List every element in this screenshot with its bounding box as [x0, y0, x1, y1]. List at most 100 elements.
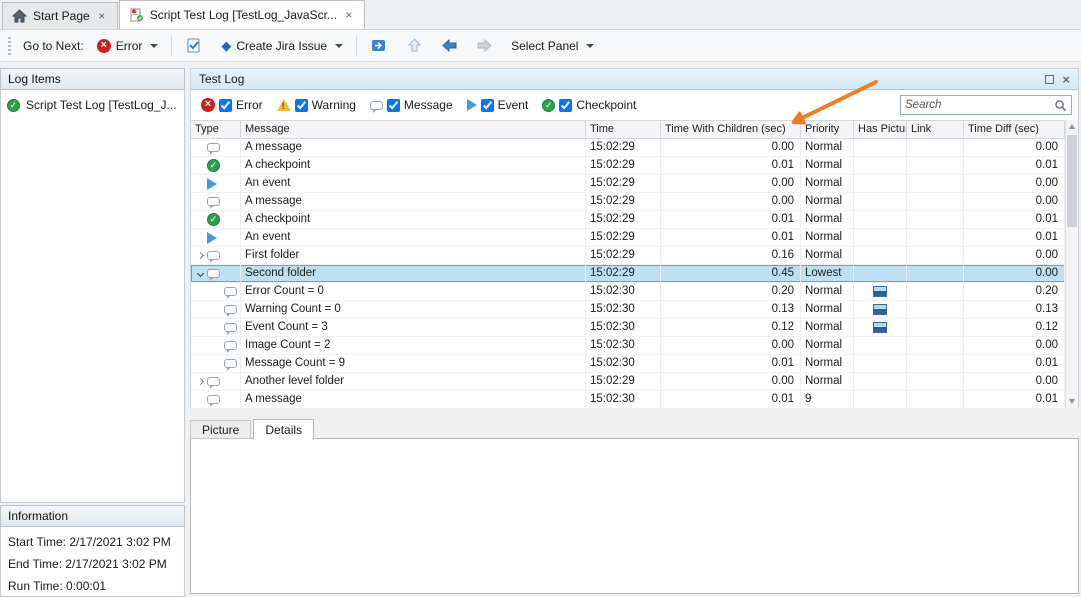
expand-toggle-icon[interactable] [193, 375, 207, 389]
log-row[interactable]: Image Count = 215:02:300.00Normal0.00 [191, 337, 1065, 355]
jira-action-icon [370, 37, 388, 54]
filter-checkbox-error[interactable] [219, 99, 232, 112]
link-cell [907, 283, 964, 300]
log-row[interactable]: A checkpoint15:02:290.01Normal0.01 [191, 157, 1065, 175]
has-picture-cell [854, 391, 907, 408]
scroll-up-button[interactable] [1066, 120, 1078, 133]
filter-checkpoint[interactable]: Checkpoint [542, 98, 636, 112]
post-report-button[interactable] [180, 34, 208, 58]
message-cell: A checkpoint [241, 157, 586, 174]
message-cell: Warning Count = 0 [241, 301, 586, 318]
picture-icon[interactable] [873, 322, 887, 333]
go-to-next-error-dropdown[interactable]: Error [92, 36, 164, 56]
go-to-parent-button[interactable] [401, 34, 428, 57]
column-header[interactable]: Has Picture [854, 121, 907, 138]
priority-cell: Normal [801, 247, 854, 264]
log-row[interactable]: A message15:02:300.0190.01 [191, 391, 1065, 409]
filter-event[interactable]: Event [467, 98, 529, 112]
filter-checkbox-event[interactable] [481, 99, 494, 112]
log-row[interactable]: Error Count = 015:02:300.20Normal0.20 [191, 283, 1065, 301]
test-log-title: Test Log [199, 72, 244, 86]
create-jira-issue-dropdown[interactable]: ◆ Create Jira Issue [216, 36, 348, 56]
filter-checkbox-message[interactable] [387, 99, 400, 112]
type-cell [191, 301, 241, 318]
scrollbar-thumb[interactable] [1067, 135, 1077, 227]
message-cell: A message [241, 193, 586, 210]
message-cell: Image Count = 2 [241, 337, 586, 354]
log-row[interactable]: An event15:02:290.01Normal0.01 [191, 229, 1065, 247]
log-row[interactable]: An event15:02:290.00Normal0.00 [191, 175, 1065, 193]
filter-checkbox-warning[interactable] [295, 99, 308, 112]
checkpoint-icon [207, 159, 220, 172]
column-header[interactable]: Type [191, 121, 241, 138]
filter-checkbox-checkpoint[interactable] [559, 99, 572, 112]
time-with-children-cell: 0.00 [661, 373, 801, 390]
tab-picture[interactable]: Picture [190, 420, 251, 439]
link-cell [907, 139, 964, 156]
scroll-down-button[interactable] [1066, 395, 1078, 408]
indent-spacer [210, 357, 224, 371]
priority-cell: Normal [801, 301, 854, 318]
type-cell [191, 265, 241, 282]
time-diff-cell: 0.01 [964, 229, 1065, 246]
picture-icon[interactable] [873, 304, 887, 315]
close-tab-icon[interactable]: × [96, 10, 108, 22]
filter-warning[interactable]: Warning [277, 98, 356, 112]
close-tab-icon[interactable]: × [343, 9, 355, 21]
type-cell [191, 247, 241, 264]
column-header[interactable]: Time Diff (sec) [964, 121, 1065, 138]
time-cell: 15:02:29 [586, 373, 661, 390]
checkpoint-icon [7, 99, 20, 112]
collapse-toggle-icon[interactable] [193, 267, 207, 281]
jira-action-button[interactable] [365, 34, 393, 57]
picture-icon[interactable] [873, 286, 887, 297]
log-row[interactable]: A message15:02:290.00Normal0.00 [191, 139, 1065, 157]
link-cell [907, 229, 964, 246]
filter-label: Event [498, 98, 529, 112]
filter-error[interactable]: Error [201, 98, 263, 112]
search-input[interactable] [905, 99, 1054, 111]
select-panel-dropdown[interactable]: Select Panel [506, 36, 599, 56]
log-row[interactable]: Message Count = 915:02:300.01Normal0.01 [191, 355, 1065, 373]
column-header[interactable]: Message [241, 121, 586, 138]
log-row[interactable]: Warning Count = 015:02:300.13Normal0.13 [191, 301, 1065, 319]
indent-spacer [193, 213, 207, 227]
time-diff-cell: 0.01 [964, 355, 1065, 372]
indent-spacer [210, 321, 224, 335]
log-row[interactable]: A message15:02:290.00Normal0.00 [191, 193, 1065, 211]
column-header[interactable]: Priority [801, 121, 854, 138]
time-diff-cell: 0.00 [964, 193, 1065, 210]
tab-script-test-log[interactable]: Script Test Log [TestLog_JavaScr... × [119, 0, 365, 29]
time-cell: 15:02:29 [586, 139, 661, 156]
has-picture-cell [854, 337, 907, 354]
chevron-down-icon [150, 44, 158, 48]
vertical-scrollbar[interactable] [1065, 120, 1078, 408]
priority-cell: Normal [801, 283, 854, 300]
float-panel-icon[interactable] [1045, 75, 1054, 84]
tree-item-script-test-log[interactable]: Script Test Log [TestLog_J... [5, 96, 180, 114]
tab-start-page[interactable]: Start Page × [2, 2, 118, 29]
time-cell: 15:02:29 [586, 265, 661, 282]
time-cell: 15:02:29 [586, 211, 661, 228]
filter-message[interactable]: Message [370, 98, 453, 112]
log-row[interactable]: First folder15:02:290.16Normal0.00 [191, 247, 1065, 265]
time-cell: 15:02:30 [586, 301, 661, 318]
toolbar-grip[interactable] [8, 37, 11, 55]
log-row[interactable]: A checkpoint15:02:290.01Normal0.01 [191, 211, 1065, 229]
type-cell [191, 337, 241, 354]
column-header[interactable]: Time With Children (sec) [661, 121, 801, 138]
log-row[interactable]: Event Count = 315:02:300.12Normal0.12 [191, 319, 1065, 337]
time-cell: 15:02:30 [586, 355, 661, 372]
expand-toggle-icon[interactable] [193, 249, 207, 263]
message-icon [207, 269, 220, 278]
log-row[interactable]: Second folder15:02:290.45Lowest0.00 [191, 265, 1065, 283]
tab-details[interactable]: Details [253, 419, 314, 440]
log-row[interactable]: Another level folder15:02:290.00Normal0.… [191, 373, 1065, 391]
close-panel-icon[interactable]: × [1062, 73, 1070, 86]
message-cell: A message [241, 139, 586, 156]
indent-spacer [193, 177, 207, 191]
go-to-previous-button[interactable] [436, 34, 463, 57]
column-header[interactable]: Time [586, 121, 661, 138]
go-to-next-button[interactable] [471, 34, 498, 57]
column-header[interactable]: Link [907, 121, 964, 138]
